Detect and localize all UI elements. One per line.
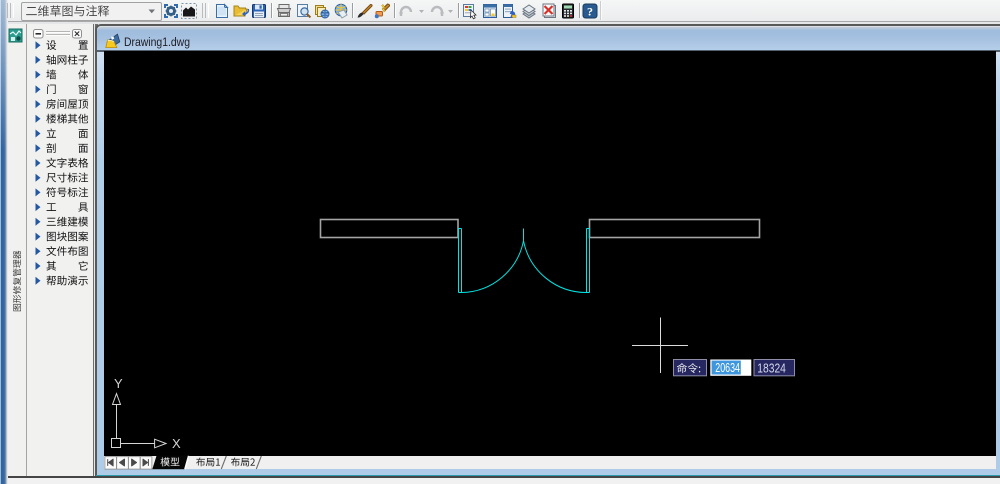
svg-text:Drawing1.dwg: Drawing1.dwg bbox=[124, 35, 190, 49]
svg-text:Y: Y bbox=[114, 376, 123, 391]
svg-text:20634: 20634 bbox=[715, 360, 740, 375]
svg-text:X: X bbox=[172, 436, 181, 451]
svg-text:18324: 18324 bbox=[757, 360, 786, 375]
svg-text:?: ? bbox=[587, 5, 593, 19]
